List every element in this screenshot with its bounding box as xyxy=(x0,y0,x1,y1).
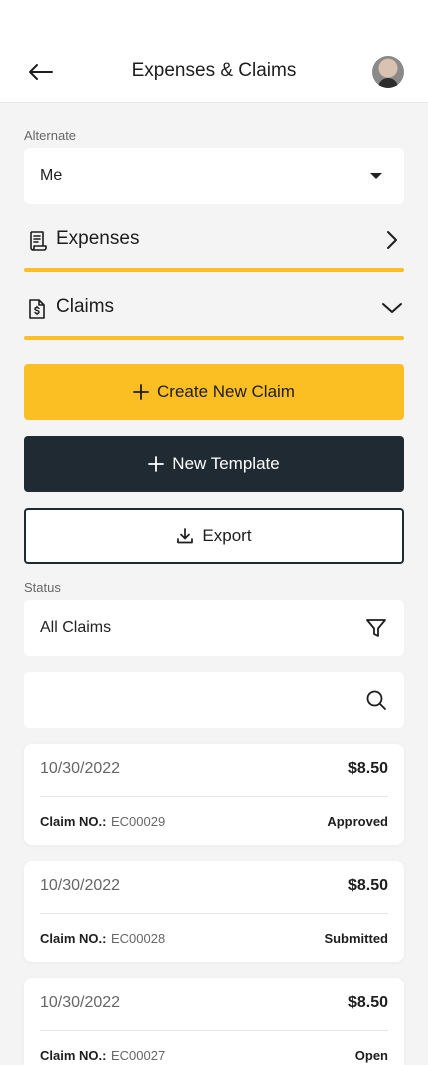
caret-down-icon xyxy=(370,173,382,179)
claim-number: EC00028 xyxy=(111,931,166,946)
divider xyxy=(40,913,388,914)
export-label: Export xyxy=(202,526,252,545)
claim-status: Approved xyxy=(327,814,388,829)
divider xyxy=(40,1030,388,1031)
filter-icon[interactable] xyxy=(364,616,388,640)
new-template-label: New Template xyxy=(172,454,280,473)
receipt-icon xyxy=(30,231,47,251)
claim-status: Submitted xyxy=(324,931,388,946)
claim-number: EC00027 xyxy=(111,1048,166,1063)
divider xyxy=(40,796,388,797)
claim-number: EC00029 xyxy=(111,814,166,829)
claim-amount: $8.50 xyxy=(347,877,388,894)
claim-date: 10/30/2022 xyxy=(40,994,121,1011)
create-new-claim-label: Create New Claim xyxy=(157,382,295,401)
user-avatar[interactable] xyxy=(372,56,404,88)
status-label: Status xyxy=(24,580,61,595)
search-icon[interactable] xyxy=(364,688,388,712)
dollar-document-icon xyxy=(29,299,45,319)
claim-amount: $8.50 xyxy=(347,994,388,1011)
alternate-select[interactable]: Me xyxy=(24,148,404,204)
section-expenses[interactable]: Expenses xyxy=(24,220,404,272)
claim-card[interactable]: 10/30/2022 $8.50 Claim NO.: EC00028 Subm… xyxy=(24,861,404,962)
claim-status: Open xyxy=(354,1048,388,1063)
create-new-claim-button[interactable]: Create New Claim xyxy=(24,364,404,420)
claim-no-label: Claim NO.: xyxy=(40,1048,107,1063)
claim-card[interactable]: 10/30/2022 $8.50 Claim NO.: EC00027 Open xyxy=(24,978,404,1065)
export-button[interactable]: Export xyxy=(24,508,404,564)
section-claims-label: Claims xyxy=(56,296,115,317)
claim-card[interactable]: 10/30/2022 $8.50 Claim NO.: EC00029 Appr… xyxy=(24,744,404,845)
status-value: All Claims xyxy=(40,619,112,636)
claim-amount: $8.50 xyxy=(347,760,388,777)
plus-icon xyxy=(133,384,149,400)
chevron-right-icon xyxy=(387,231,397,249)
search-box[interactable] xyxy=(24,672,404,728)
section-expenses-label: Expenses xyxy=(56,228,140,249)
search-input[interactable] xyxy=(40,672,360,728)
claim-date: 10/30/2022 xyxy=(40,877,121,894)
chevron-down-icon xyxy=(382,303,402,313)
alternate-value: Me xyxy=(40,167,63,184)
alternate-label: Alternate xyxy=(24,128,77,143)
plus-icon xyxy=(148,456,165,472)
status-filter[interactable]: All Claims xyxy=(24,600,404,656)
page-title: Expenses & Claims xyxy=(131,60,297,81)
claim-no-label: Claim NO.: xyxy=(40,814,107,829)
section-claims[interactable]: Claims xyxy=(24,288,404,340)
claim-no-label: Claim NO.: xyxy=(40,931,107,946)
new-template-button[interactable]: New Template xyxy=(24,436,404,492)
claim-date: 10/30/2022 xyxy=(40,760,121,777)
download-icon xyxy=(177,528,194,544)
app-header: Expenses & Claims xyxy=(0,0,428,103)
